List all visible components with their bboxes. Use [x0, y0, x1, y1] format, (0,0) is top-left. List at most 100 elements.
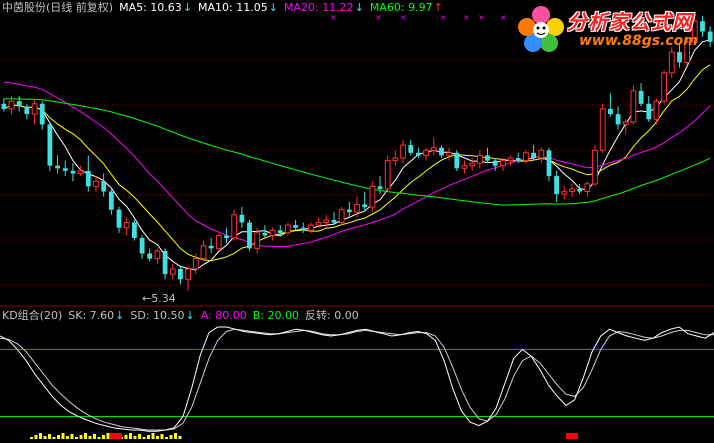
candle-down: [47, 124, 53, 166]
b-label: B: 20.00: [252, 309, 300, 322]
reverse-bar: [34, 435, 38, 439]
flower-icon: [518, 6, 564, 52]
candle-down: [515, 158, 521, 161]
candle-down: [439, 147, 444, 156]
candle-down: [116, 209, 122, 228]
candle-down: [331, 220, 337, 223]
reverse-bar: [106, 433, 110, 439]
candle-up: [369, 185, 376, 208]
ma10-label: MA10: 11.05: [198, 1, 268, 14]
ma20-line: [3, 81, 711, 248]
ma5-label: MA5: 10.63: [119, 1, 182, 14]
ma60-label: MA60: 9.97: [369, 1, 433, 14]
ma20-arrow: ↓: [354, 1, 364, 14]
candle-down: [300, 227, 306, 231]
reverse-bar: [138, 434, 141, 439]
candle-up: [461, 165, 468, 169]
reverse-bar: [70, 434, 74, 439]
candle-up: [169, 268, 176, 275]
candle-down: [132, 222, 137, 238]
candle-up: [477, 154, 483, 164]
candle-down: [239, 214, 245, 223]
candle-down: [108, 191, 114, 210]
candle-up: [599, 108, 606, 151]
sd-line: [0, 328, 714, 431]
candle-up: [315, 222, 322, 226]
low-price-label: ←5.34: [142, 292, 176, 305]
candle-up: [200, 245, 207, 260]
sk-label: SK: 7.60: [68, 309, 115, 322]
candle-up: [185, 268, 191, 280]
candle-down: [377, 186, 383, 189]
candle-up: [430, 147, 437, 151]
candle-up: [8, 100, 15, 110]
kd-header: KD组合(20) SK: 7.60↓ SD: 10.50↓ A: 80.00 B: 20…: [2, 309, 365, 323]
price-header: 中茵股份(日线 前复权) MA5: 10.63↓ MA10: 11.05↓ MA20:…: [2, 1, 449, 15]
candle-up: [338, 209, 345, 224]
candle-up: [400, 144, 407, 159]
a-label: A: 80.00: [200, 309, 247, 322]
reverse-bar: [66, 436, 69, 439]
reverse-bar: [160, 434, 164, 439]
candle-up: [622, 121, 629, 126]
sd-arrow: ↓: [185, 309, 195, 322]
sk-line: [0, 326, 714, 432]
reverse-bar: [61, 433, 65, 439]
candle-down: [608, 108, 613, 115]
candle-down: [262, 232, 268, 236]
candle-up: [384, 160, 391, 190]
reverse-bar: [43, 436, 47, 439]
stock-name: 中茵股份(日线 前复权): [2, 1, 114, 14]
candle-up: [538, 149, 545, 159]
candle-down: [416, 152, 421, 156]
ma10-line: [3, 64, 711, 262]
candle-down: [546, 150, 552, 177]
candle-down: [408, 145, 414, 153]
candle-up: [392, 157, 399, 162]
ma5-arrow: ↓: [182, 1, 193, 14]
reverse-bar: [93, 434, 96, 439]
candle-down: [346, 209, 352, 213]
candle-down: [362, 204, 368, 208]
candle-down: [615, 114, 621, 125]
candle-down: [492, 160, 498, 166]
candle-down: [178, 269, 183, 280]
signal-marker: ×: [500, 13, 507, 22]
candle-down: [646, 103, 652, 120]
candle-down: [101, 181, 107, 192]
sk-arrow: ↓: [115, 309, 125, 322]
candle-up: [323, 219, 330, 224]
reverse-bar: [169, 435, 173, 439]
reverse-bar: [156, 436, 159, 439]
candle-up: [77, 170, 84, 174]
candle-down: [277, 230, 283, 233]
candle-down: [224, 235, 229, 239]
candle-down: [139, 238, 145, 254]
candle-down: [531, 152, 536, 158]
candle-down: [577, 189, 583, 192]
candle-up: [653, 100, 660, 120]
reverse-bar: [151, 433, 155, 439]
candle-up: [507, 157, 514, 162]
candle-down: [62, 168, 68, 171]
candle-up: [569, 188, 575, 193]
candle-down: [247, 222, 252, 249]
candle-up: [523, 152, 529, 162]
reverse-bar: [165, 437, 168, 439]
candle-down: [147, 253, 153, 259]
candle-down: [293, 225, 298, 228]
reverse-bar: [84, 433, 87, 439]
candle-up: [661, 72, 668, 102]
reverse-bar: [129, 433, 132, 439]
candle-up: [500, 160, 506, 167]
reverse-bar: [79, 435, 83, 439]
reverse-bar: [174, 433, 177, 439]
candle-up: [561, 191, 568, 195]
reverse-bar: [142, 437, 146, 439]
candle-up: [254, 232, 261, 249]
candle-up: [192, 258, 199, 270]
kd-chart[interactable]: [0, 307, 714, 443]
candle-down: [638, 90, 644, 104]
candle-up: [231, 214, 238, 239]
signal-marker: ×: [478, 13, 485, 22]
